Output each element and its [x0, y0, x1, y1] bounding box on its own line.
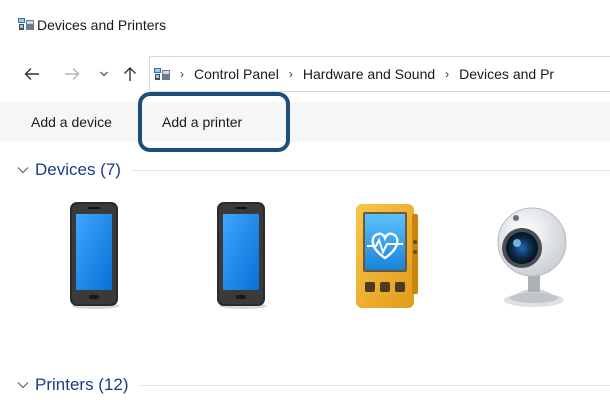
devices-group-header[interactable]: Devices (7) [17, 158, 610, 182]
breadcrumb-control-panel[interactable]: Control Panel [194, 66, 279, 82]
group-divider [130, 169, 610, 171]
forward-arrow-icon [65, 68, 80, 80]
group-divider [138, 384, 610, 386]
printers-group-title: Printers (12) [35, 375, 129, 394]
control-panel-icon [154, 67, 170, 81]
title-bar: Devices and Printers [0, 0, 610, 48]
health-monitor-icon [356, 204, 418, 308]
add-printer-highlight-ring [138, 92, 290, 152]
chevron-down-icon [100, 71, 108, 77]
up-button[interactable] [120, 62, 140, 86]
recent-locations-button[interactable] [94, 62, 114, 86]
breadcrumb-separator[interactable]: › [289, 67, 293, 81]
device-item[interactable] [60, 194, 130, 319]
breadcrumb-separator[interactable]: › [180, 67, 184, 81]
devices-group-title: Devices (7) [35, 160, 121, 179]
back-arrow-icon [24, 68, 39, 80]
window-title: Devices and Printers [37, 17, 167, 33]
webcam-icon [497, 207, 567, 307]
smartphone-icon [70, 202, 120, 309]
address-bar[interactable]: › Control Panel › Hardware and Sound › D… [149, 56, 610, 92]
devices-printers-app-icon [18, 17, 34, 36]
device-item[interactable] [492, 194, 576, 319]
back-button[interactable] [22, 62, 42, 86]
breadcrumb-hardware-and-sound[interactable]: Hardware and Sound [303, 66, 435, 82]
up-arrow-icon [124, 67, 136, 81]
chevron-down-icon [17, 166, 31, 174]
device-item[interactable] [350, 194, 426, 321]
forward-button[interactable] [62, 62, 82, 86]
navigation-row: › Control Panel › Hardware and Sound › D… [0, 56, 610, 92]
add-device-button[interactable]: Add a device [31, 114, 112, 130]
printers-group-header[interactable]: Printers (12) [17, 373, 610, 397]
chevron-down-icon [17, 381, 31, 389]
breadcrumb-devices-and-printers[interactable]: Devices and Pr [459, 66, 554, 82]
breadcrumb-separator[interactable]: › [445, 67, 449, 81]
smartphone-icon [217, 202, 267, 309]
devices-and-printers-window: Devices and Printers › Control Panel › H… [0, 0, 610, 400]
device-item[interactable] [207, 194, 277, 319]
command-bar: Add a device Add a printer [0, 102, 610, 142]
